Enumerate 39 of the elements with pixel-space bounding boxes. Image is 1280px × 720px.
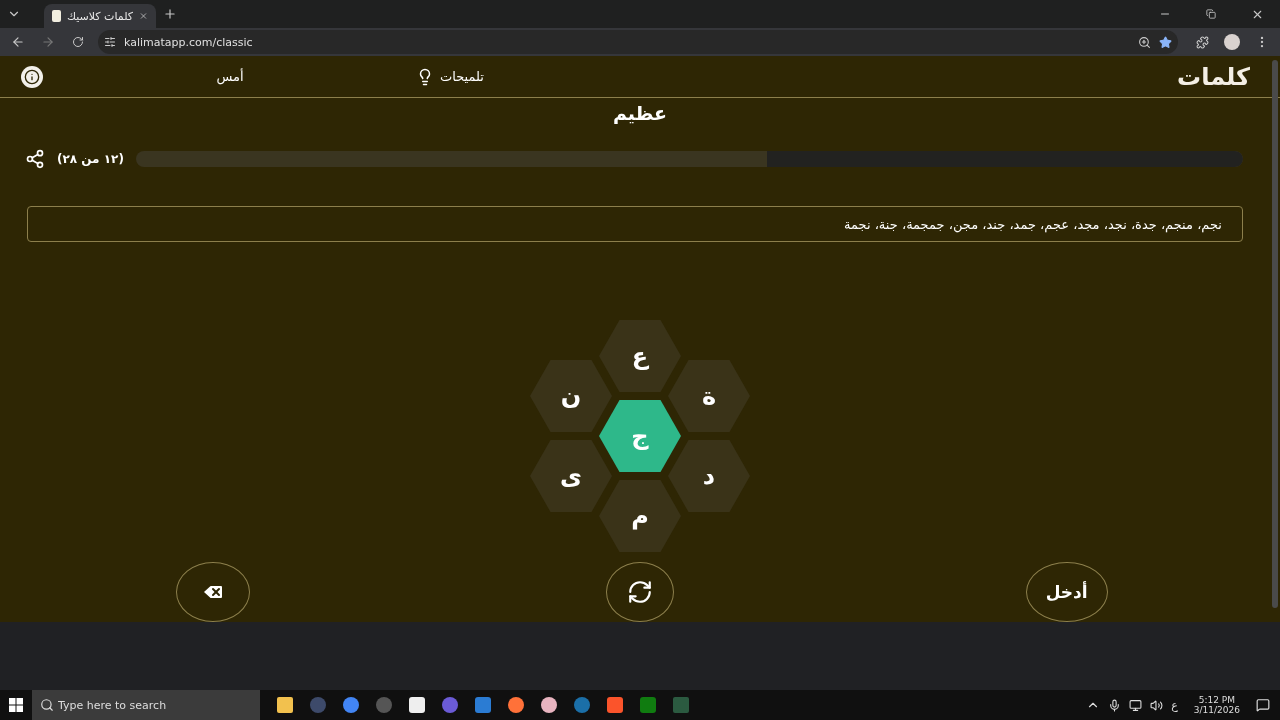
- volume-icon[interactable]: [1150, 698, 1164, 712]
- plus-icon[interactable]: [163, 7, 177, 21]
- rank-title: عظيم: [611, 102, 669, 126]
- tab-title: كلمات كلاسيك: [66, 9, 134, 23]
- clock[interactable]: 5:12 PM 3/11/2026: [1193, 695, 1240, 715]
- address-bar[interactable]: kalimatapp.com/classic: [98, 30, 1178, 54]
- forward-icon[interactable]: [41, 35, 55, 49]
- avatar[interactable]: [1224, 34, 1240, 50]
- favicon-icon: [52, 10, 61, 22]
- windows-logo-icon[interactable]: [9, 698, 23, 712]
- star-icon[interactable]: [1159, 35, 1172, 49]
- hints-link[interactable]: تلميحات: [416, 67, 484, 86]
- share-icon[interactable]: [25, 149, 45, 169]
- letter-tile[interactable]: ع: [599, 320, 681, 392]
- letter-tile[interactable]: ة: [668, 360, 750, 432]
- notifications-icon[interactable]: [1256, 698, 1270, 712]
- info-button[interactable]: [21, 65, 43, 88]
- search-field[interactable]: Type here to search: [32, 690, 260, 720]
- site-settings-icon[interactable]: [104, 36, 116, 48]
- restore-icon[interactable]: [1206, 9, 1216, 19]
- reload-icon[interactable]: [72, 36, 84, 48]
- letter-tile[interactable]: ن: [530, 360, 612, 432]
- microphone-icon[interactable]: [1108, 698, 1122, 712]
- letter-tile[interactable]: م: [599, 480, 681, 552]
- yesterday-link[interactable]: أمس: [216, 69, 244, 84]
- language-indicator[interactable]: ع: [1171, 698, 1178, 712]
- found-words: نجم، منجم، جدة، نجد، مجد، عجم، جمد، جند، مجن، جمجمة، جنة، نجمة: [844, 216, 1222, 232]
- letter-tile[interactable]: ى: [530, 440, 612, 512]
- scrollbar[interactable]: [1272, 60, 1278, 608]
- logo: كلمات: [1177, 62, 1250, 91]
- word-count: (١٢ من ٢٨): [57, 152, 124, 166]
- back-icon[interactable]: [11, 35, 25, 49]
- network-icon[interactable]: [1129, 698, 1143, 712]
- zoom-icon[interactable]: [1138, 35, 1151, 49]
- shuffle-icon: [627, 579, 653, 605]
- puzzle-icon[interactable]: [1195, 35, 1209, 49]
- browser-tab[interactable]: كلمات كلاسيك: [44, 4, 156, 28]
- search-icon: [40, 698, 54, 712]
- letter-tile[interactable]: د: [668, 440, 750, 512]
